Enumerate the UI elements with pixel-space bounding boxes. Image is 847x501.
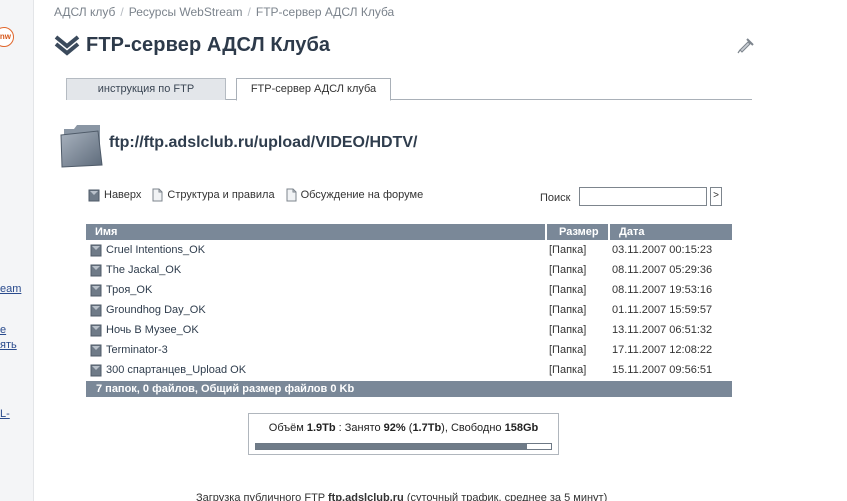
- folder-date: 13.11.2007 06:51:32: [612, 324, 713, 336]
- breadcrumb-item-current: FTP-сервер АДСЛ Клуба: [255, 5, 395, 19]
- folder-size: [Папка]: [549, 304, 587, 316]
- folder-name: Cruel Intentions_OK: [106, 244, 206, 256]
- traffic-caption-suffix: (суточный трафик, среднее за 5 минут): [406, 492, 608, 501]
- ftp-path: ftp://ftp.adslclub.ru/upload/VIDEO/HDTV/: [109, 134, 418, 151]
- used-percent: 92%: [383, 422, 406, 434]
- breadcrumb-separator: /: [120, 5, 124, 19]
- used-amount: 1.7Tb: [412, 422, 442, 434]
- tab-ftp-instructions[interactable]: инструкция по FTP: [66, 78, 226, 100]
- folder-name: Ночь В Музее_OK: [106, 324, 199, 336]
- folder-date: 01.11.2007 15:59:57: [612, 304, 713, 316]
- folder-date: 08.11.2007 19:53:16: [612, 284, 713, 296]
- storage-usage-text: Объём 1.9Tb : Занято 92% (1.7Tb), Свобод…: [268, 422, 539, 434]
- table-row: Ночь В Музее_OK [Папка] 13.11.2007 06:51…: [86, 320, 732, 340]
- document-icon: [152, 188, 163, 202]
- folder-icon: [90, 264, 102, 276]
- folder-size: [Папка]: [549, 284, 587, 296]
- traffic-caption-host: ftp.adslclub.ru: [328, 492, 404, 501]
- folder-name: Groundhog Day_OK: [106, 304, 206, 316]
- forum-discussion-link[interactable]: Обсуждение на форуме: [286, 188, 424, 202]
- folder-icon: [60, 125, 103, 168]
- sidebar-item-partial-3[interactable]: L-: [0, 408, 10, 420]
- folder-name: The Jackal_OK: [106, 264, 182, 276]
- breadcrumb-separator: /: [247, 5, 251, 19]
- folder-link[interactable]: Terminator-3: [86, 344, 545, 357]
- free-label: Свободно: [450, 422, 502, 434]
- folder-name: 300 спартанцев_Upload OK: [106, 364, 247, 376]
- folder-up-icon: [88, 189, 100, 201]
- search-label: Поиск: [540, 192, 571, 204]
- table-row: Cruel Intentions_OK [Папка] 03.11.2007 0…: [86, 240, 732, 260]
- table-row: Terminator-3 [Папка] 17.11.2007 12:08:22: [86, 340, 732, 360]
- up-link-label: Наверх: [104, 189, 142, 201]
- folder-link[interactable]: Троя_OK: [86, 284, 545, 297]
- folder-link[interactable]: Ночь В Музее_OK: [86, 324, 545, 337]
- structure-rules-label: Структура и правила: [167, 189, 275, 201]
- search-input[interactable]: [579, 187, 707, 206]
- storage-progress-fill: [256, 444, 528, 449]
- traffic-caption-prefix: Загрузка публичного FTP: [196, 492, 325, 501]
- tab-ftp-server[interactable]: FTP-сервер АДСЛ клуба: [236, 78, 391, 101]
- column-header-name[interactable]: Имя: [86, 224, 545, 240]
- used-label: Занято: [344, 422, 381, 434]
- document-icon: [286, 188, 297, 202]
- folder-icon: [90, 344, 102, 356]
- pin-icon[interactable]: [736, 36, 756, 54]
- tab-bar: инструкция по FTP FTP-сервер АДСЛ клуба: [66, 78, 752, 101]
- structure-rules-link[interactable]: Структура и правила: [152, 188, 275, 202]
- folder-link[interactable]: The Jackal_OK: [86, 264, 545, 277]
- folder-size: [Папка]: [549, 324, 587, 336]
- folder-size: [Папка]: [549, 264, 587, 276]
- folder-icon: [90, 244, 102, 256]
- storage-usage-box: Объём 1.9Tb : Занято 92% (1.7Tb), Свобод…: [248, 413, 559, 455]
- column-header-date[interactable]: Дата: [608, 224, 732, 240]
- sidebar-item-partial-1[interactable]: е: [0, 324, 6, 336]
- left-sidebar: nw eam е ять L-: [0, 0, 34, 501]
- traffic-caption: Загрузка публичного FTP ftp.adslclub.ru …: [196, 492, 607, 501]
- folder-size: [Папка]: [549, 364, 587, 376]
- sidebar-item-webstream[interactable]: eam: [0, 283, 21, 295]
- folder-icon: [90, 284, 102, 296]
- storage-progress-bar: [255, 443, 552, 450]
- table-row: 300 спартанцев_Upload OK [Папка] 15.11.2…: [86, 360, 732, 380]
- breadcrumb-item-resources[interactable]: Ресурсы WebStream: [129, 5, 243, 19]
- page-header: FTP-сервер АДСЛ Клуба: [54, 33, 330, 57]
- table-row: Groundhog Day_OK [Папка] 01.11.2007 15:5…: [86, 300, 732, 320]
- up-link[interactable]: Наверх: [88, 189, 141, 202]
- toolbar: Наверх Структура и правила Обсуждение на…: [88, 188, 434, 202]
- folder-name: Троя_OK: [106, 284, 153, 296]
- file-table: Имя Размер Дата Cruel Intentions_OK [Пап…: [86, 224, 732, 397]
- table-row: Троя_OK [Папка] 08.11.2007 19:53:16: [86, 280, 732, 300]
- volume-label: Объём: [268, 422, 304, 434]
- folder-icon: [90, 304, 102, 316]
- folder-date: 08.11.2007 05:29:36: [612, 264, 713, 276]
- table-header: Имя Размер Дата: [86, 224, 732, 240]
- table-summary: 7 папок, 0 файлов, Общий размер файлов 0…: [86, 381, 732, 397]
- breadcrumb: АДСЛ клуб / Ресурсы WebStream / FTP-сервер А…: [54, 5, 394, 19]
- folder-size: [Папка]: [549, 244, 587, 256]
- folder-link[interactable]: Groundhog Day_OK: [86, 304, 545, 317]
- folder-date: 15.11.2007 09:56:51: [612, 364, 713, 376]
- folder-link[interactable]: 300 спартанцев_Upload OK: [86, 364, 545, 377]
- folder-icon: [90, 364, 102, 376]
- folder-name: Terminator-3: [106, 344, 168, 356]
- free-value: 158Gb: [504, 422, 539, 434]
- breadcrumb-item-home[interactable]: АДСЛ клуб: [54, 5, 115, 19]
- volume-value: 1.9Tb: [306, 422, 336, 434]
- folder-icon: [90, 324, 102, 336]
- column-header-size[interactable]: Размер: [545, 224, 608, 240]
- double-chevron-icon: [54, 35, 80, 56]
- forum-discussion-label: Обсуждение на форуме: [300, 189, 424, 201]
- folder-size: [Папка]: [549, 344, 587, 356]
- sidebar-item-partial-2[interactable]: ять: [0, 339, 17, 351]
- search-submit-button[interactable]: >: [710, 187, 722, 206]
- new-badge: nw: [0, 27, 14, 47]
- folder-date: 03.11.2007 00:15:23: [612, 244, 713, 256]
- page-title: FTP-сервер АДСЛ Клуба: [86, 33, 331, 56]
- folder-date: 17.11.2007 12:08:22: [612, 344, 713, 356]
- table-row: The Jackal_OK [Папка] 08.11.2007 05:29:3…: [86, 260, 732, 280]
- folder-link[interactable]: Cruel Intentions_OK: [86, 244, 545, 257]
